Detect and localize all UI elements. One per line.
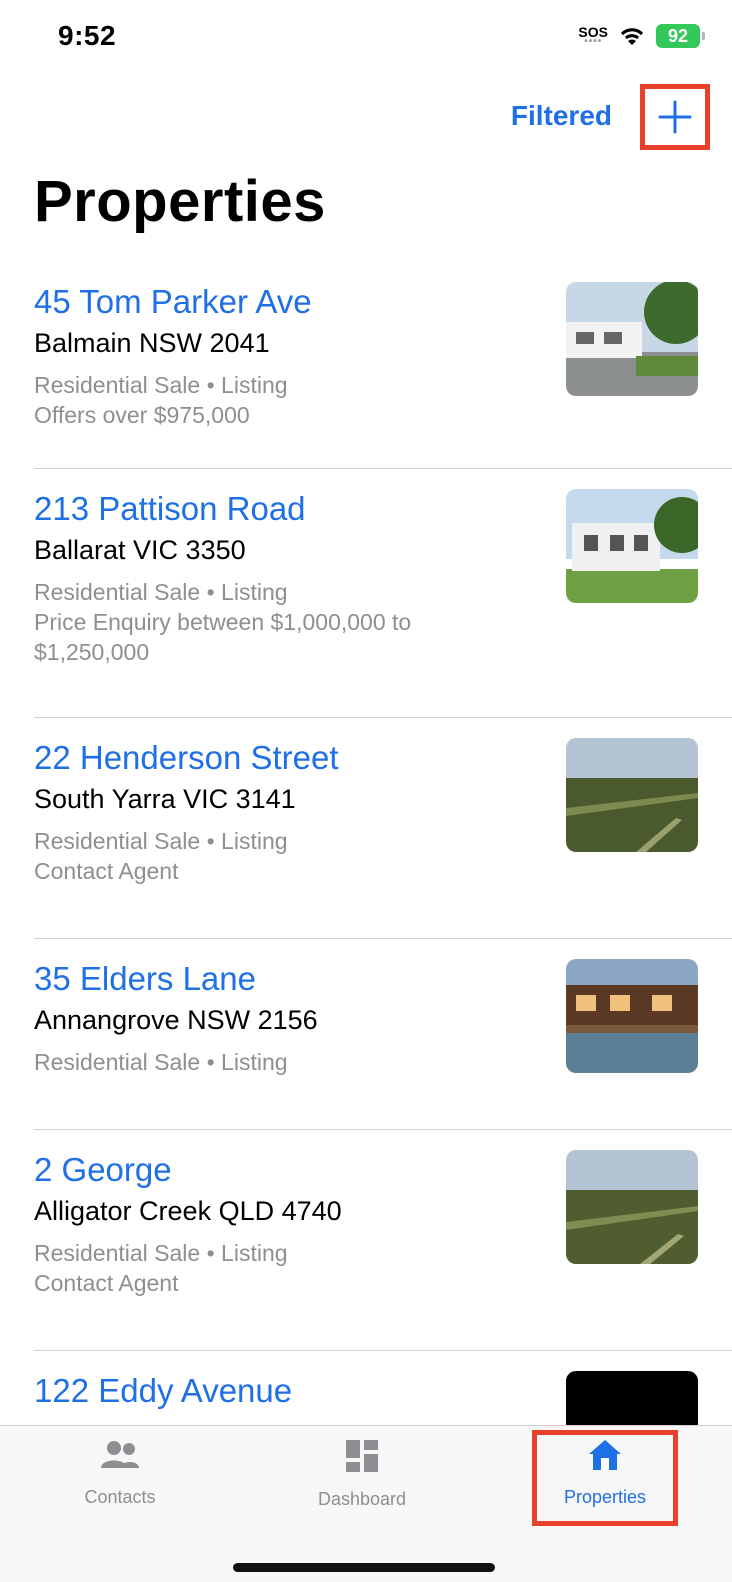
- home-indicator: [233, 1563, 495, 1572]
- property-meta: Residential Sale • Listing: [34, 579, 288, 605]
- add-property-button[interactable]: [640, 84, 710, 150]
- navigation-bar: Filtered: [0, 84, 732, 154]
- tab-contacts[interactable]: Contacts: [40, 1438, 200, 1508]
- selected-tab-highlight: [532, 1430, 678, 1526]
- property-price: Contact Agent: [34, 1270, 179, 1296]
- property-meta: Residential Sale • Listing: [34, 1240, 288, 1266]
- property-thumbnail: [566, 738, 698, 852]
- property-meta: Residential Sale • Listing: [34, 372, 288, 398]
- property-price: Contact Agent: [34, 858, 179, 884]
- status-time: 9:52: [58, 20, 117, 51]
- battery-level: 92: [667, 25, 689, 46]
- property-price: Offers over $975,000: [34, 402, 250, 428]
- tab-dashboard-label: Dashboard: [317, 1489, 407, 1509]
- property-thumbnail: [566, 1150, 698, 1264]
- property-list-item[interactable]: 22 Henderson Street South Yarra VIC 3141…: [34, 718, 732, 939]
- property-price: Price Enquiry between $1,000,000 to $1,2…: [34, 609, 412, 665]
- status-bar: 9:52 SOS •••• 92: [0, 0, 732, 76]
- property-meta: Residential Sale • Listing: [34, 828, 288, 854]
- filtered-button[interactable]: Filtered: [511, 100, 612, 132]
- status-icons: SOS •••• 92: [578, 24, 705, 48]
- contacts-icon: [101, 1441, 139, 1468]
- property-thumbnail: [566, 489, 698, 603]
- property-list-item[interactable]: 2 George Alligator Creek QLD 4740 Reside…: [34, 1130, 732, 1351]
- wifi-icon: [620, 28, 644, 45]
- property-meta: Residential Sale • Listing: [34, 1049, 288, 1075]
- property-list-item[interactable]: 213 Pattison Road Ballarat VIC 3350 Resi…: [34, 469, 732, 718]
- property-list-item[interactable]: 45 Tom Parker Ave Balmain NSW 2041 Resid…: [34, 262, 732, 469]
- tab-bar: Contacts Dashboard Properties: [0, 1425, 732, 1582]
- property-list-item[interactable]: 35 Elders Lane Annangrove NSW 2156 Resid…: [34, 939, 732, 1130]
- signal-dots-icon: ••••: [584, 36, 603, 47]
- battery-icon: 92: [656, 24, 705, 48]
- property-thumbnail: [566, 959, 698, 1073]
- tab-dashboard[interactable]: Dashboard: [282, 1438, 442, 1510]
- plus-icon: [658, 100, 692, 134]
- property-thumbnail: [566, 282, 698, 396]
- dashboard-icon: [346, 1440, 378, 1472]
- tab-contacts-label: Contacts: [84, 1487, 156, 1507]
- property-list: 45 Tom Parker Ave Balmain NSW 2041 Resid…: [0, 262, 732, 1485]
- page-title: Properties: [34, 169, 326, 234]
- sos-indicator: SOS ••••: [578, 25, 608, 47]
